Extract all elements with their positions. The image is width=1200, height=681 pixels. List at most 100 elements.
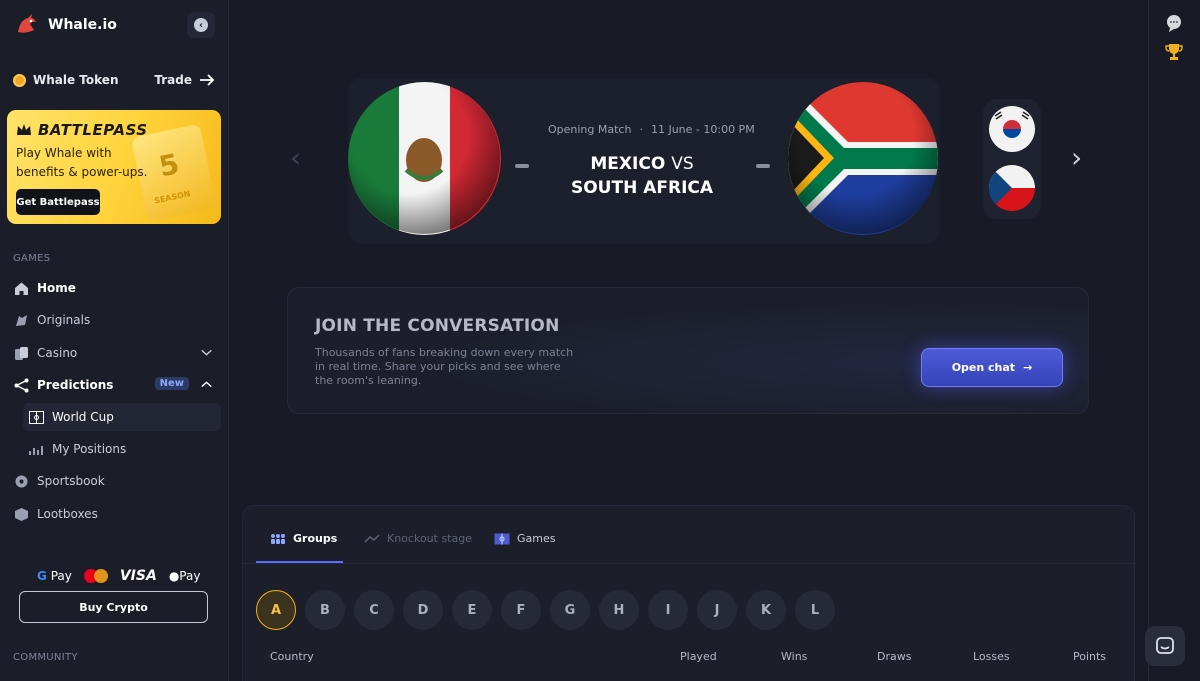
tab-knockout-stage[interactable]: Knockout stage [364, 532, 472, 545]
battlepass-title: BATTLEPASS [16, 121, 148, 139]
group-button-e[interactable]: E [452, 590, 492, 630]
games-section-label: GAMES [13, 253, 51, 264]
hero-dash-right [756, 164, 770, 168]
groups-panel: Groups Knockout stage Games ABCDEFGHIJKL… [242, 505, 1136, 681]
open-chat-button[interactable]: Open chat → [921, 348, 1063, 387]
arrow-right-icon: → [1023, 361, 1033, 374]
nav-home[interactable]: Home [7, 274, 221, 302]
collapse-sidebar-button[interactable]: ‹ [187, 12, 215, 38]
nav-predictions-label: Predictions [37, 378, 114, 392]
originals-icon [16, 314, 27, 326]
message-icon [1156, 637, 1174, 654]
team-home: MEXICO [590, 154, 666, 174]
sportsbook-icon [15, 475, 28, 487]
nav-sportsbook[interactable]: Sportsbook [7, 467, 221, 495]
korea-flag-ball[interactable] [989, 106, 1035, 152]
right-rail [1148, 0, 1200, 681]
conversation-description: Thousands of fans breaking down every ma… [315, 346, 574, 387]
arrow-right-icon [200, 74, 215, 86]
payment-methods: G Pay VISA ●Pay [37, 568, 200, 584]
mexico-flag-icon [348, 82, 501, 235]
positions-chart-icon [29, 445, 43, 455]
group-button-g[interactable]: G [550, 590, 590, 630]
get-battlepass-button[interactable]: Get Battlepass [16, 189, 100, 215]
match-title-line-1: MEXICO VS [530, 152, 754, 176]
column-losses: Losses [973, 650, 1010, 663]
hero-next-arrow[interactable]: › [1071, 141, 1082, 174]
ticket-number: 5 [156, 147, 183, 184]
group-button-d[interactable]: D [403, 590, 443, 630]
column-draws: Draws [877, 650, 912, 663]
group-button-j[interactable]: J [697, 590, 737, 630]
tab-games-label: Games [517, 532, 556, 545]
group-button-b[interactable]: B [305, 590, 345, 630]
nav-lootboxes-label: Lootboxes [37, 507, 98, 521]
group-button-k[interactable]: K [746, 590, 786, 630]
nav-casino-label: Casino [37, 346, 78, 360]
column-points: Points [1073, 650, 1107, 663]
match-label: Opening Match [548, 123, 632, 136]
chat-bubble-icon[interactable] [1165, 14, 1183, 32]
nav-my-positions-label: My Positions [52, 442, 127, 456]
nav-originals-label: Originals [37, 313, 91, 327]
nav-world-cup[interactable]: World Cup [23, 403, 221, 431]
predictions-icon [14, 378, 29, 392]
column-played: Played [680, 650, 717, 663]
vs-label: VS [671, 154, 694, 174]
south-africa-flag-ball [788, 82, 938, 235]
support-chat-button[interactable] [1145, 626, 1185, 666]
group-button-a[interactable]: A [256, 590, 296, 630]
nav-world-cup-label: World Cup [52, 410, 114, 424]
trade-label: Trade [154, 73, 192, 87]
whale-token-row: Whale Token Trade [13, 73, 215, 87]
brand-name: Whale.io [48, 17, 117, 33]
czech-flag-icon [989, 165, 1035, 211]
group-button-h[interactable]: H [599, 590, 639, 630]
tab-groups[interactable]: Groups [270, 532, 337, 545]
whale-token[interactable]: Whale Token [13, 73, 118, 87]
match-date: 11 June - 10:00 PM [650, 123, 755, 136]
pitch-icon [494, 533, 510, 544]
mastercard-logo [83, 569, 108, 583]
hero-dash-left [515, 164, 529, 168]
whale-token-label: Whale Token [33, 73, 119, 87]
korea-flag-icon [989, 106, 1035, 152]
tab-groups-label: Groups [293, 532, 338, 545]
new-badge: New [154, 377, 189, 390]
chevron-down-icon [201, 349, 212, 356]
brand[interactable]: Whale.io [14, 12, 117, 38]
bracket-icon [364, 533, 380, 543]
group-button-l[interactable]: L [795, 590, 835, 630]
people-icon [271, 533, 285, 544]
match-meta: Opening Match · 11 June - 10:00 PM [548, 123, 755, 136]
nav-casino[interactable]: Casino [7, 339, 221, 367]
nav-predictions[interactable]: Predictions New [7, 371, 221, 399]
lootbox-icon [15, 507, 28, 521]
nav-originals[interactable]: Originals [7, 306, 221, 334]
team-away: SOUTH AFRICA [570, 178, 714, 198]
battlepass-description: Play Whale with benefits & power-ups. [16, 146, 148, 179]
nav-lootboxes[interactable]: Lootboxes [7, 500, 221, 528]
ticket-text: SEASON [153, 189, 192, 206]
nav-my-positions[interactable]: My Positions [23, 435, 221, 463]
battlepass-banner[interactable]: 5 SEASON BATTLEPASS Play Whale with bene… [7, 110, 221, 224]
tab-games[interactable]: Games [494, 532, 555, 545]
conversation-card: JOIN THE CONVERSATION Thousands of fans … [287, 287, 1089, 414]
meta-separator: · [639, 123, 643, 136]
group-button-f[interactable]: F [501, 590, 541, 630]
chevron-up-icon [201, 381, 212, 388]
buy-crypto-button[interactable]: Buy Crypto [19, 591, 208, 623]
group-button-c[interactable]: C [354, 590, 394, 630]
trade-link[interactable]: Trade [154, 73, 215, 87]
nav-sportsbook-label: Sportsbook [37, 474, 105, 488]
visa-logo: VISA [119, 568, 157, 584]
trophy-icon[interactable] [1165, 43, 1183, 61]
group-button-i[interactable]: I [648, 590, 688, 630]
hero-prev-arrow[interactable]: ‹ [290, 141, 301, 174]
community-section-label: COMMUNITY [13, 652, 78, 663]
column-wins: Wins [781, 650, 808, 663]
battlepass-title-text: BATTLEPASS [38, 121, 148, 139]
apple-pay-logo: ●Pay [168, 569, 201, 583]
czech-flag-ball[interactable] [989, 165, 1035, 211]
home-icon [15, 282, 28, 295]
